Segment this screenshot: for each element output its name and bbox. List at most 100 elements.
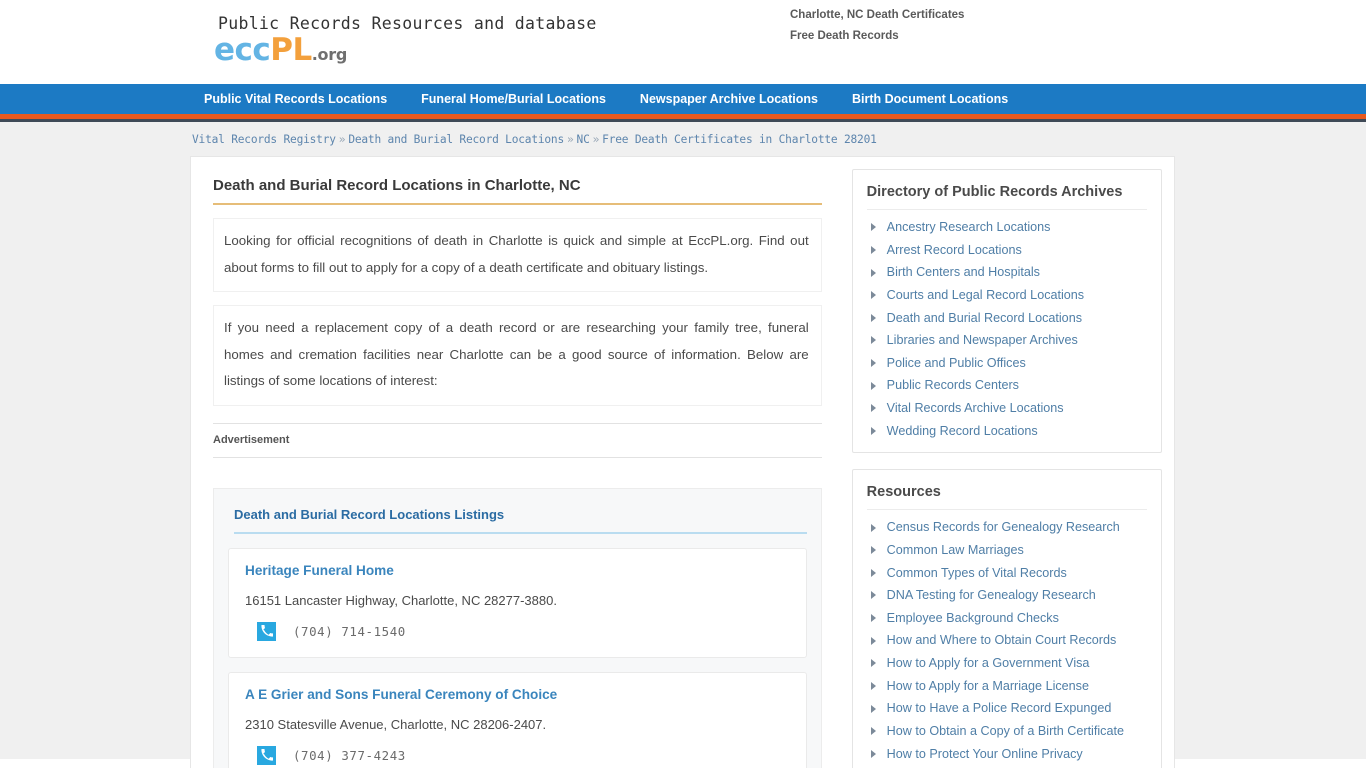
phone-icon: [257, 621, 276, 641]
triangle-bullet-icon: [870, 223, 876, 232]
triangle-bullet-icon: [870, 359, 876, 368]
listing-phone-row: (704) 377-4243: [245, 745, 790, 765]
listing-phone-number[interactable]: (704) 377-4243: [293, 748, 406, 763]
sidebar-list-resources: Census Records for Genealogy Research Co…: [867, 516, 1147, 765]
list-item[interactable]: Vital Records Archive Locations: [867, 397, 1147, 420]
triangle-bullet-icon: [870, 636, 876, 645]
listing-phone-number[interactable]: (704) 714-1540: [293, 624, 406, 639]
intro-paragraph-box-1: Looking for official recognitions of dea…: [213, 218, 822, 293]
listing-name-link[interactable]: A E Grier and Sons Funeral Ceremony of C…: [245, 687, 790, 702]
nav-item-public-vital-records-locations[interactable]: Public Vital Records Locations: [190, 92, 399, 106]
list-item[interactable]: Death and Burial Record Locations: [867, 307, 1147, 330]
sidebar-list-directory: Ancestry Research Locations Arrest Recor…: [867, 216, 1147, 442]
header-ad-line-2: Free Death Records: [790, 30, 899, 43]
triangle-bullet-icon: [870, 404, 876, 413]
sidebar-title-resources: Resources: [866, 484, 1147, 511]
sidebar-link-common-types-of-vital-records[interactable]: Common Types of Vital Records: [887, 564, 1067, 583]
intro-paragraph-box-2: If you need a replacement copy of a deat…: [213, 305, 822, 406]
triangle-bullet-icon: [870, 681, 876, 690]
list-item[interactable]: Common Types of Vital Records: [867, 562, 1147, 585]
list-item[interactable]: How to Apply for a Marriage License: [867, 675, 1147, 698]
triangle-bullet-icon: [870, 336, 876, 345]
sidebar-link-public-records-centers[interactable]: Public Records Centers: [887, 376, 1019, 395]
list-item[interactable]: Courts and Legal Record Locations: [867, 284, 1147, 307]
list-item[interactable]: How to Have a Police Record Expunged: [867, 697, 1147, 720]
sidebar-link-how-to-have-a-police-record-expunged[interactable]: How to Have a Police Record Expunged: [887, 699, 1112, 718]
breadcrumb-item-nc[interactable]: NC: [577, 133, 590, 146]
list-item[interactable]: How to Apply for a Government Visa: [867, 652, 1147, 675]
sidebar-link-common-law-marriages[interactable]: Common Law Marriages: [887, 541, 1024, 560]
listing-address: 2310 Statesville Avenue, Charlotte, NC 2…: [245, 716, 547, 732]
list-item[interactable]: Ancestry Research Locations: [867, 216, 1147, 239]
intro-paragraph-2: If you need a replacement copy of a deat…: [224, 320, 809, 389]
triangle-bullet-icon: [870, 614, 876, 623]
triangle-bullet-icon: [870, 546, 876, 555]
site-logo[interactable]: eccPL.org: [214, 35, 690, 66]
sidebar-link-how-to-protect-your-online-privacy[interactable]: How to Protect Your Online Privacy: [887, 745, 1083, 764]
listing-item[interactable]: Heritage Funeral Home 16151 Lancaster Hi…: [228, 547, 807, 658]
triangle-bullet-icon: [870, 291, 876, 300]
breadcrumb-separator: »: [338, 133, 346, 146]
main-content-column: Death and Burial Record Locations in Cha…: [191, 157, 840, 768]
breadcrumb-item-current-page[interactable]: Free Death Certificates in Charlotte 282…: [602, 133, 877, 146]
list-item[interactable]: Wedding Record Locations: [867, 420, 1147, 443]
intro-paragraph-1: Looking for official recognitions of dea…: [224, 233, 809, 275]
list-item[interactable]: Birth Centers and Hospitals: [867, 261, 1147, 284]
advertisement-label: Advertisement: [213, 433, 290, 446]
site-tagline: Public Records Resources and database: [218, 14, 597, 33]
logo-text-l: L: [292, 32, 313, 68]
advertisement-zone: Advertisement: [213, 422, 822, 458]
list-item[interactable]: Police and Public Offices: [867, 352, 1147, 375]
triangle-bullet-icon: [870, 568, 876, 577]
sidebar-link-death-and-burial-record-locations[interactable]: Death and Burial Record Locations: [887, 309, 1082, 328]
list-item[interactable]: Libraries and Newspaper Archives: [867, 329, 1147, 352]
nav-item-birth-document-locations[interactable]: Birth Document Locations: [840, 92, 1020, 106]
sidebar-link-libraries-and-newspaper-archives[interactable]: Libraries and Newspaper Archives: [887, 331, 1078, 350]
breadcrumb-item-death-and-burial-record-locations[interactable]: Death and Burial Record Locations: [348, 133, 564, 146]
sidebar-link-how-to-obtain-a-copy-of-a-birth-certificate[interactable]: How to Obtain a Copy of a Birth Certific…: [887, 722, 1124, 741]
sidebar-link-employee-background-checks[interactable]: Employee Background Checks: [887, 609, 1059, 628]
sidebar-title-directory: Directory of Public Records Archives: [866, 184, 1147, 210]
triangle-bullet-icon: [870, 659, 876, 668]
list-item[interactable]: DNA Testing for Genealogy Research: [867, 584, 1147, 607]
listing-name-link[interactable]: Heritage Funeral Home: [245, 563, 790, 578]
sidebar-box-resources: Resources Census Records for Genealogy R…: [851, 469, 1162, 768]
sidebar-link-dna-testing-for-genealogy-research[interactable]: DNA Testing for Genealogy Research: [887, 586, 1096, 605]
nav-inner: Public Vital Records Locations Funeral H…: [0, 84, 1366, 114]
list-item[interactable]: Public Records Centers: [867, 374, 1147, 397]
list-item[interactable]: Common Law Marriages: [867, 539, 1147, 562]
logo-text-org: .org: [311, 45, 348, 64]
header-ad-line-1: Charlotte, NC Death Certificates: [790, 9, 965, 21]
list-item[interactable]: Employee Background Checks: [867, 607, 1147, 630]
sidebar-link-wedding-record-locations[interactable]: Wedding Record Locations: [887, 422, 1038, 441]
sidebar-link-ancestry-research-locations[interactable]: Ancestry Research Locations: [887, 218, 1051, 237]
triangle-bullet-icon: [870, 268, 876, 277]
nav-item-funeral-home-burial-locations[interactable]: Funeral Home/Burial Locations: [409, 92, 618, 106]
sidebar-link-courts-and-legal-record-locations[interactable]: Courts and Legal Record Locations: [887, 286, 1084, 305]
triangle-bullet-icon: [870, 426, 876, 435]
sidebar-link-census-records-for-genealogy-research[interactable]: Census Records for Genealogy Research: [887, 518, 1120, 537]
phone-icon: [257, 745, 276, 765]
sidebar-link-how-to-apply-for-a-government-visa[interactable]: How to Apply for a Government Visa: [887, 654, 1090, 673]
nav-item-newspaper-archive-locations[interactable]: Newspaper Archive Locations: [628, 92, 830, 106]
brand-block: Public Records Resources and database ec…: [190, 14, 690, 66]
sidebar-link-birth-centers-and-hospitals[interactable]: Birth Centers and Hospitals: [887, 263, 1040, 282]
list-item[interactable]: How to Protect Your Online Privacy: [867, 743, 1147, 766]
list-item[interactable]: Census Records for Genealogy Research: [867, 516, 1147, 539]
header-ad-block: Charlotte, NC Death Certificates Free De…: [790, 5, 964, 48]
listing-item[interactable]: A E Grier and Sons Funeral Ceremony of C…: [228, 671, 807, 768]
sidebar-link-police-and-public-offices[interactable]: Police and Public Offices: [887, 354, 1026, 373]
list-item[interactable]: How and Where to Obtain Court Records: [867, 629, 1147, 652]
list-item[interactable]: How to Obtain a Copy of a Birth Certific…: [867, 720, 1147, 743]
sidebar-link-arrest-record-locations[interactable]: Arrest Record Locations: [887, 241, 1022, 260]
list-item[interactable]: Arrest Record Locations: [867, 239, 1147, 262]
triangle-bullet-icon: [870, 591, 876, 600]
breadcrumb-item-vital-records-registry[interactable]: Vital Records Registry: [192, 133, 336, 146]
breadcrumb-separator: »: [592, 133, 600, 146]
sidebar-link-vital-records-archive-locations[interactable]: Vital Records Archive Locations: [887, 399, 1064, 418]
logo-text-p: P: [270, 32, 293, 68]
main-navigation-bar: Public Vital Records Locations Funeral H…: [0, 84, 1366, 122]
listings-panel: Death and Burial Record Locations Listin…: [213, 487, 822, 768]
sidebar-link-how-to-apply-for-a-marriage-license[interactable]: How to Apply for a Marriage License: [887, 677, 1089, 696]
sidebar-link-how-and-where-to-obtain-court-records[interactable]: How and Where to Obtain Court Records: [887, 631, 1117, 650]
